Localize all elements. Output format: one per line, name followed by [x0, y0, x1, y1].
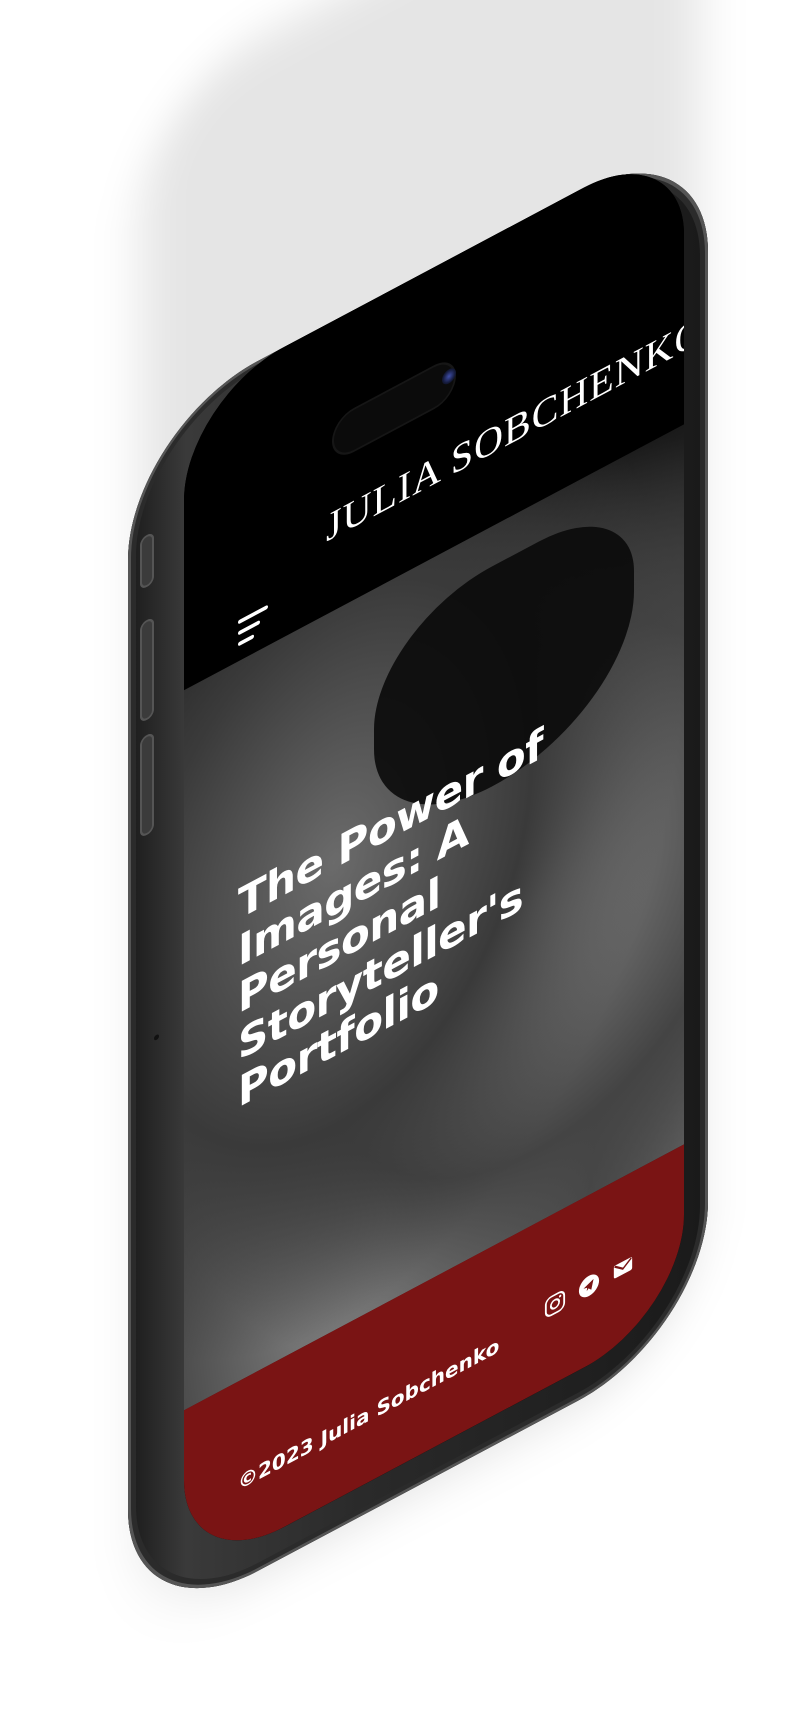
volume-down-button [140, 731, 154, 839]
mute-switch [140, 531, 154, 591]
volume-up-button [140, 616, 154, 724]
mail-icon[interactable] [612, 1251, 634, 1285]
menu-line [238, 604, 268, 625]
telegram-icon[interactable] [578, 1269, 600, 1303]
social-links [544, 1251, 634, 1321]
instagram-icon[interactable] [544, 1287, 566, 1321]
menu-line [238, 634, 254, 647]
microphone-dot [154, 1033, 159, 1042]
hamburger-menu-icon[interactable] [238, 598, 272, 650]
